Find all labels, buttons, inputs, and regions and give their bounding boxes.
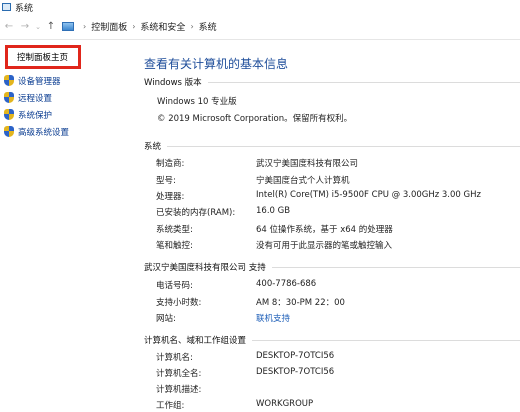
breadcrumb-item[interactable]: 系统 — [199, 20, 217, 33]
model-value: 宁美国度台式个人计算机 — [256, 176, 350, 186]
window-title: 系统 — [15, 3, 34, 14]
processor-value: Intel(R) Core(TM) i5-9500F CPU @ 3.00GHz… — [256, 190, 481, 200]
control-panel-icon — [62, 22, 74, 31]
computer-name-value: DESKTOP-7OTCI56 — [256, 351, 335, 361]
sidebar-item-label: 设备管理器 — [18, 76, 61, 87]
section-heading: Windows 版本 — [144, 78, 202, 88]
website-label: 网站: — [156, 314, 176, 324]
computer-description-label: 计算机描述: — [156, 385, 202, 395]
shield-icon — [4, 109, 14, 120]
shield-icon — [4, 75, 14, 86]
manufacturer-value: 武汉宁美国度科技有限公司 — [256, 159, 359, 169]
sidebar-item-system-protection[interactable]: 系统保护 — [4, 106, 69, 123]
chevron-right-icon[interactable]: › — [83, 22, 86, 31]
section-system: 系统 — [144, 140, 520, 152]
divider — [207, 81, 520, 83]
system-type-label: 系统类型: — [156, 225, 193, 235]
sidebar: 控制面板主页 设备管理器 远程设置 系统保护 高级系统设置 — [0, 40, 118, 412]
system-type-value: 64 位操作系统，基于 x64 的处理器 — [256, 225, 393, 235]
breadcrumb-item[interactable]: 控制面板 — [91, 20, 127, 33]
ram-value: 16.0 GB — [256, 206, 291, 216]
workgroup-label: 工作组: — [156, 401, 185, 411]
sidebar-item-advanced-settings[interactable]: 高级系统设置 — [4, 123, 69, 140]
up-arrow-icon[interactable]: ↑ — [44, 20, 58, 34]
sidebar-item-remote-settings[interactable]: 远程设置 — [4, 89, 69, 106]
section-support: 武汉宁美国度科技有限公司 支持 — [144, 261, 520, 273]
sidebar-item-device-manager[interactable]: 设备管理器 — [4, 72, 69, 89]
windows-edition-text: Windows 10 专业版 — [157, 97, 237, 107]
sidebar-item-label: 系统保护 — [18, 110, 53, 121]
processor-label: 处理器: — [156, 192, 185, 202]
back-arrow-icon[interactable]: ← — [2, 20, 16, 34]
forward-arrow-icon[interactable]: → — [18, 20, 32, 34]
ram-label: 已安装的内存(RAM): — [156, 208, 236, 218]
copyright-text: © 2019 Microsoft Corporation。保留所有权利。 — [157, 114, 353, 124]
computer-name-label: 计算机名: — [156, 353, 193, 363]
full-computer-name-label: 计算机全名: — [156, 369, 202, 379]
chevron-right-icon[interactable]: › — [190, 22, 193, 31]
workgroup-value: WORKGROUP — [256, 399, 314, 409]
title-bar: 系统 — [0, 0, 520, 14]
sidebar-list: 设备管理器 远程设置 系统保护 高级系统设置 — [4, 72, 69, 140]
divider — [167, 145, 520, 147]
section-heading: 计算机名、域和工作组设置 — [144, 336, 247, 346]
model-label: 型号: — [156, 176, 176, 186]
shield-icon — [4, 92, 14, 103]
control-panel-home-label: 控制面板主页 — [17, 53, 69, 63]
chevron-right-icon[interactable]: › — [132, 22, 135, 31]
breadcrumb-item[interactable]: 系统和安全 — [140, 20, 185, 33]
phone-value: 400-7786-686 — [256, 279, 317, 289]
section-windows-edition: Windows 版本 — [144, 76, 520, 88]
page-title: 查看有关计算机的基本信息 — [144, 57, 289, 71]
divider — [252, 339, 520, 341]
support-hours-label: 支持小时数: — [156, 298, 202, 308]
phone-label: 电话号码: — [156, 281, 193, 291]
section-heading: 武汉宁美国度科技有限公司 支持 — [144, 263, 266, 273]
pen-touch-value: 没有可用于此显示器的笔或触控输入 — [256, 241, 393, 251]
recent-dropdown-icon[interactable]: ⌄ — [34, 20, 42, 34]
divider — [271, 266, 520, 268]
control-panel-home-link[interactable]: 控制面板主页 — [5, 45, 81, 69]
navigation-bar: ← → ⌄ ↑ › 控制面板 › 系统和安全 › 系统 — [0, 14, 520, 40]
pen-touch-label: 笔和触控: — [156, 241, 193, 251]
full-computer-name-value: DESKTOP-7OTCI56 — [256, 367, 335, 377]
system-icon — [2, 3, 11, 11]
sidebar-item-label: 远程设置 — [18, 93, 53, 104]
section-heading: 系统 — [144, 142, 162, 152]
sidebar-item-label: 高级系统设置 — [18, 127, 70, 138]
breadcrumb[interactable]: › 控制面板 › 系统和安全 › 系统 — [62, 18, 217, 36]
shield-icon — [4, 126, 14, 137]
main-content: 查看有关计算机的基本信息 Windows 版本 Windows 10 专业版 ©… — [118, 40, 520, 412]
support-hours-value: AM 8：30-PM 22：00 — [256, 298, 345, 308]
section-computer-name: 计算机名、域和工作组设置 — [144, 334, 520, 346]
online-support-link[interactable]: 联机支持 — [256, 312, 290, 324]
manufacturer-label: 制造商: — [156, 159, 185, 169]
